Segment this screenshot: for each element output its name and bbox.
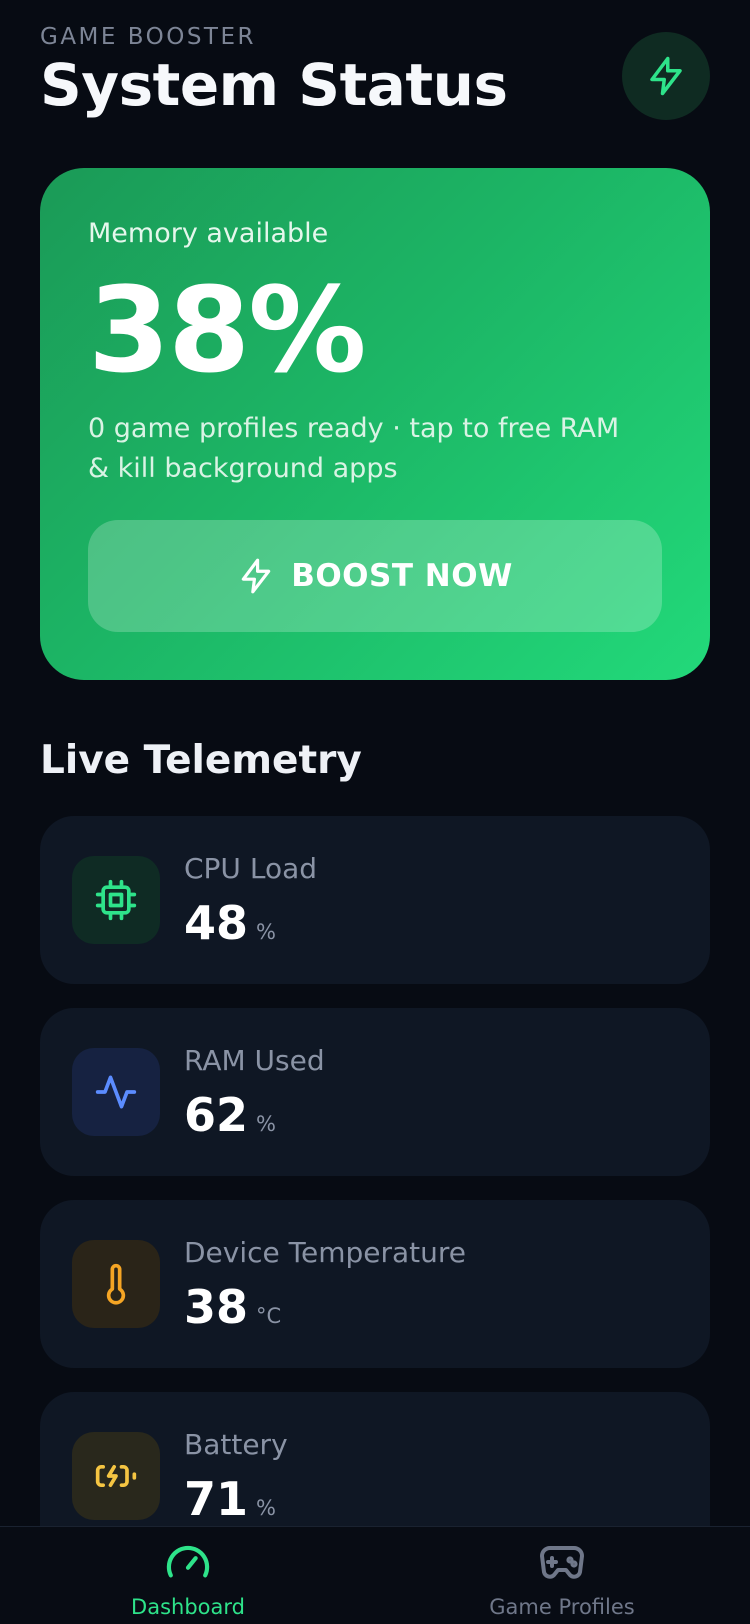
metric-unit: °C [256, 1304, 282, 1328]
page-title: System Status [40, 51, 508, 119]
metric-label: RAM Used [184, 1044, 325, 1077]
metric-unit: % [256, 1112, 276, 1136]
nav-label: Game Profiles [489, 1595, 635, 1619]
metric-label: Battery [184, 1428, 288, 1461]
metric-unit: % [256, 1496, 276, 1520]
thermometer-icon [106, 1263, 126, 1305]
metric-number: 38 [184, 1280, 249, 1334]
metric-number: 48 [184, 896, 249, 950]
metric-number: 71 [184, 1472, 249, 1526]
metric-card-cpu[interactable]: CPU Load 48% [40, 816, 710, 984]
metric-card-ram[interactable]: RAM Used 62% [40, 1008, 710, 1176]
gauge-icon [166, 1545, 210, 1578]
metric-number: 62 [184, 1088, 249, 1142]
activity-icon [95, 1075, 137, 1109]
nav-item-game-profiles[interactable]: Game Profiles [442, 1541, 682, 1619]
boost-now-button[interactable]: BOOST NOW [88, 520, 662, 632]
app-screen: GAME BOOSTER System Status Memory availa… [0, 0, 750, 1624]
nav-label: Dashboard [131, 1595, 245, 1619]
metric-icon-box [72, 1240, 160, 1328]
bolt-icon [650, 56, 682, 96]
metric-value: 71% [184, 1472, 276, 1526]
memory-subtitle: 0 game profiles ready · tap to free RAM … [88, 413, 620, 484]
memory-hero-card[interactable]: Memory available 38% 0 game profiles rea… [40, 168, 710, 680]
metric-icon-box [72, 1432, 160, 1520]
bottom-nav: Dashboard Game Profiles [0, 1526, 750, 1624]
metric-unit: % [256, 920, 276, 944]
memory-label: Memory available [88, 218, 329, 249]
cpu-icon [95, 879, 137, 921]
memory-value: 38% [88, 261, 366, 399]
header: GAME BOOSTER System Status [40, 24, 710, 134]
metric-icon-box [72, 1048, 160, 1136]
app-eyebrow: GAME BOOSTER [40, 24, 256, 50]
battery-charging-icon [95, 1465, 137, 1487]
metric-label: Device Temperature [184, 1236, 467, 1269]
gamepad-icon [540, 1546, 584, 1579]
metric-value: 62% [184, 1088, 276, 1142]
metric-value: 48% [184, 896, 276, 950]
metric-label: CPU Load [184, 852, 317, 885]
section-title-telemetry: Live Telemetry [40, 738, 362, 783]
quick-boost-button[interactable] [622, 32, 710, 120]
bolt-icon [241, 558, 271, 594]
metric-card-temperature[interactable]: Device Temperature 38 °C [40, 1200, 710, 1368]
metric-value: 38 °C [184, 1280, 281, 1334]
nav-item-dashboard[interactable]: Dashboard [68, 1541, 308, 1619]
boost-now-label: BOOST NOW [291, 558, 513, 594]
metric-icon-box [72, 856, 160, 944]
